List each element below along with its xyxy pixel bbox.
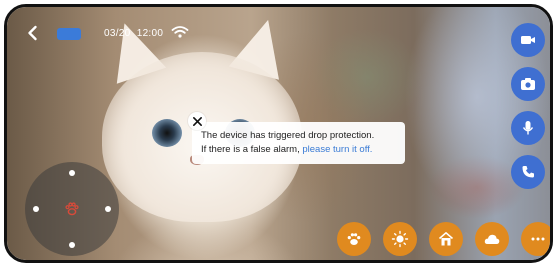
treat-button[interactable]: [337, 222, 371, 256]
video-record-icon: [521, 36, 535, 44]
more-button[interactable]: [521, 222, 550, 256]
toast-message-line1: The device has triggered drop protection…: [201, 130, 375, 141]
home-icon: [438, 232, 454, 246]
joystick-knob[interactable]: [60, 197, 84, 221]
cloud-icon: [484, 234, 500, 244]
recording-badge: [57, 28, 81, 40]
date-time: 03/20 12:00: [104, 28, 163, 39]
toast-close-button[interactable]: [188, 112, 206, 130]
cloud-button[interactable]: [475, 222, 509, 256]
paw-icon: [347, 233, 361, 245]
chevron-left-icon[interactable]: [23, 23, 43, 43]
joystick-down-dot: [69, 242, 75, 248]
more-icon: [531, 237, 545, 241]
light-icon: [391, 230, 409, 248]
wifi-icon: [171, 25, 189, 39]
date-text: 03/20: [104, 28, 131, 39]
talk-button[interactable]: [511, 111, 545, 145]
joystick-right-dot: [105, 206, 111, 212]
time-text: 12:00: [136, 28, 164, 39]
app-frame: 03/20 12:00 The device has triggered dro…: [4, 4, 553, 263]
joystick-up-dot: [69, 170, 75, 176]
home-mode-button[interactable]: [429, 222, 463, 256]
drop-protection-toast: The device has triggered drop protection…: [192, 122, 405, 164]
joystick-left-dot: [33, 206, 39, 212]
snapshot-button[interactable]: [511, 67, 545, 101]
microphone-icon: [522, 121, 534, 135]
light-button[interactable]: [383, 222, 417, 256]
top-bar: 03/20 12:00: [7, 7, 550, 47]
camera-icon: [521, 78, 535, 90]
turn-off-link[interactable]: please turn it off.: [302, 144, 372, 155]
call-button[interactable]: [511, 155, 545, 189]
paw-icon: [65, 202, 79, 216]
record-video-button[interactable]: [511, 23, 545, 57]
direction-joystick[interactable]: [25, 162, 119, 256]
toast-message-line2: If there is a false alarm, please turn i…: [201, 143, 399, 157]
cat-eye: [152, 119, 182, 147]
phone-call-icon: [522, 166, 534, 178]
close-icon: [192, 116, 202, 126]
toast-message-prefix: If there is a false alarm,: [201, 144, 303, 155]
